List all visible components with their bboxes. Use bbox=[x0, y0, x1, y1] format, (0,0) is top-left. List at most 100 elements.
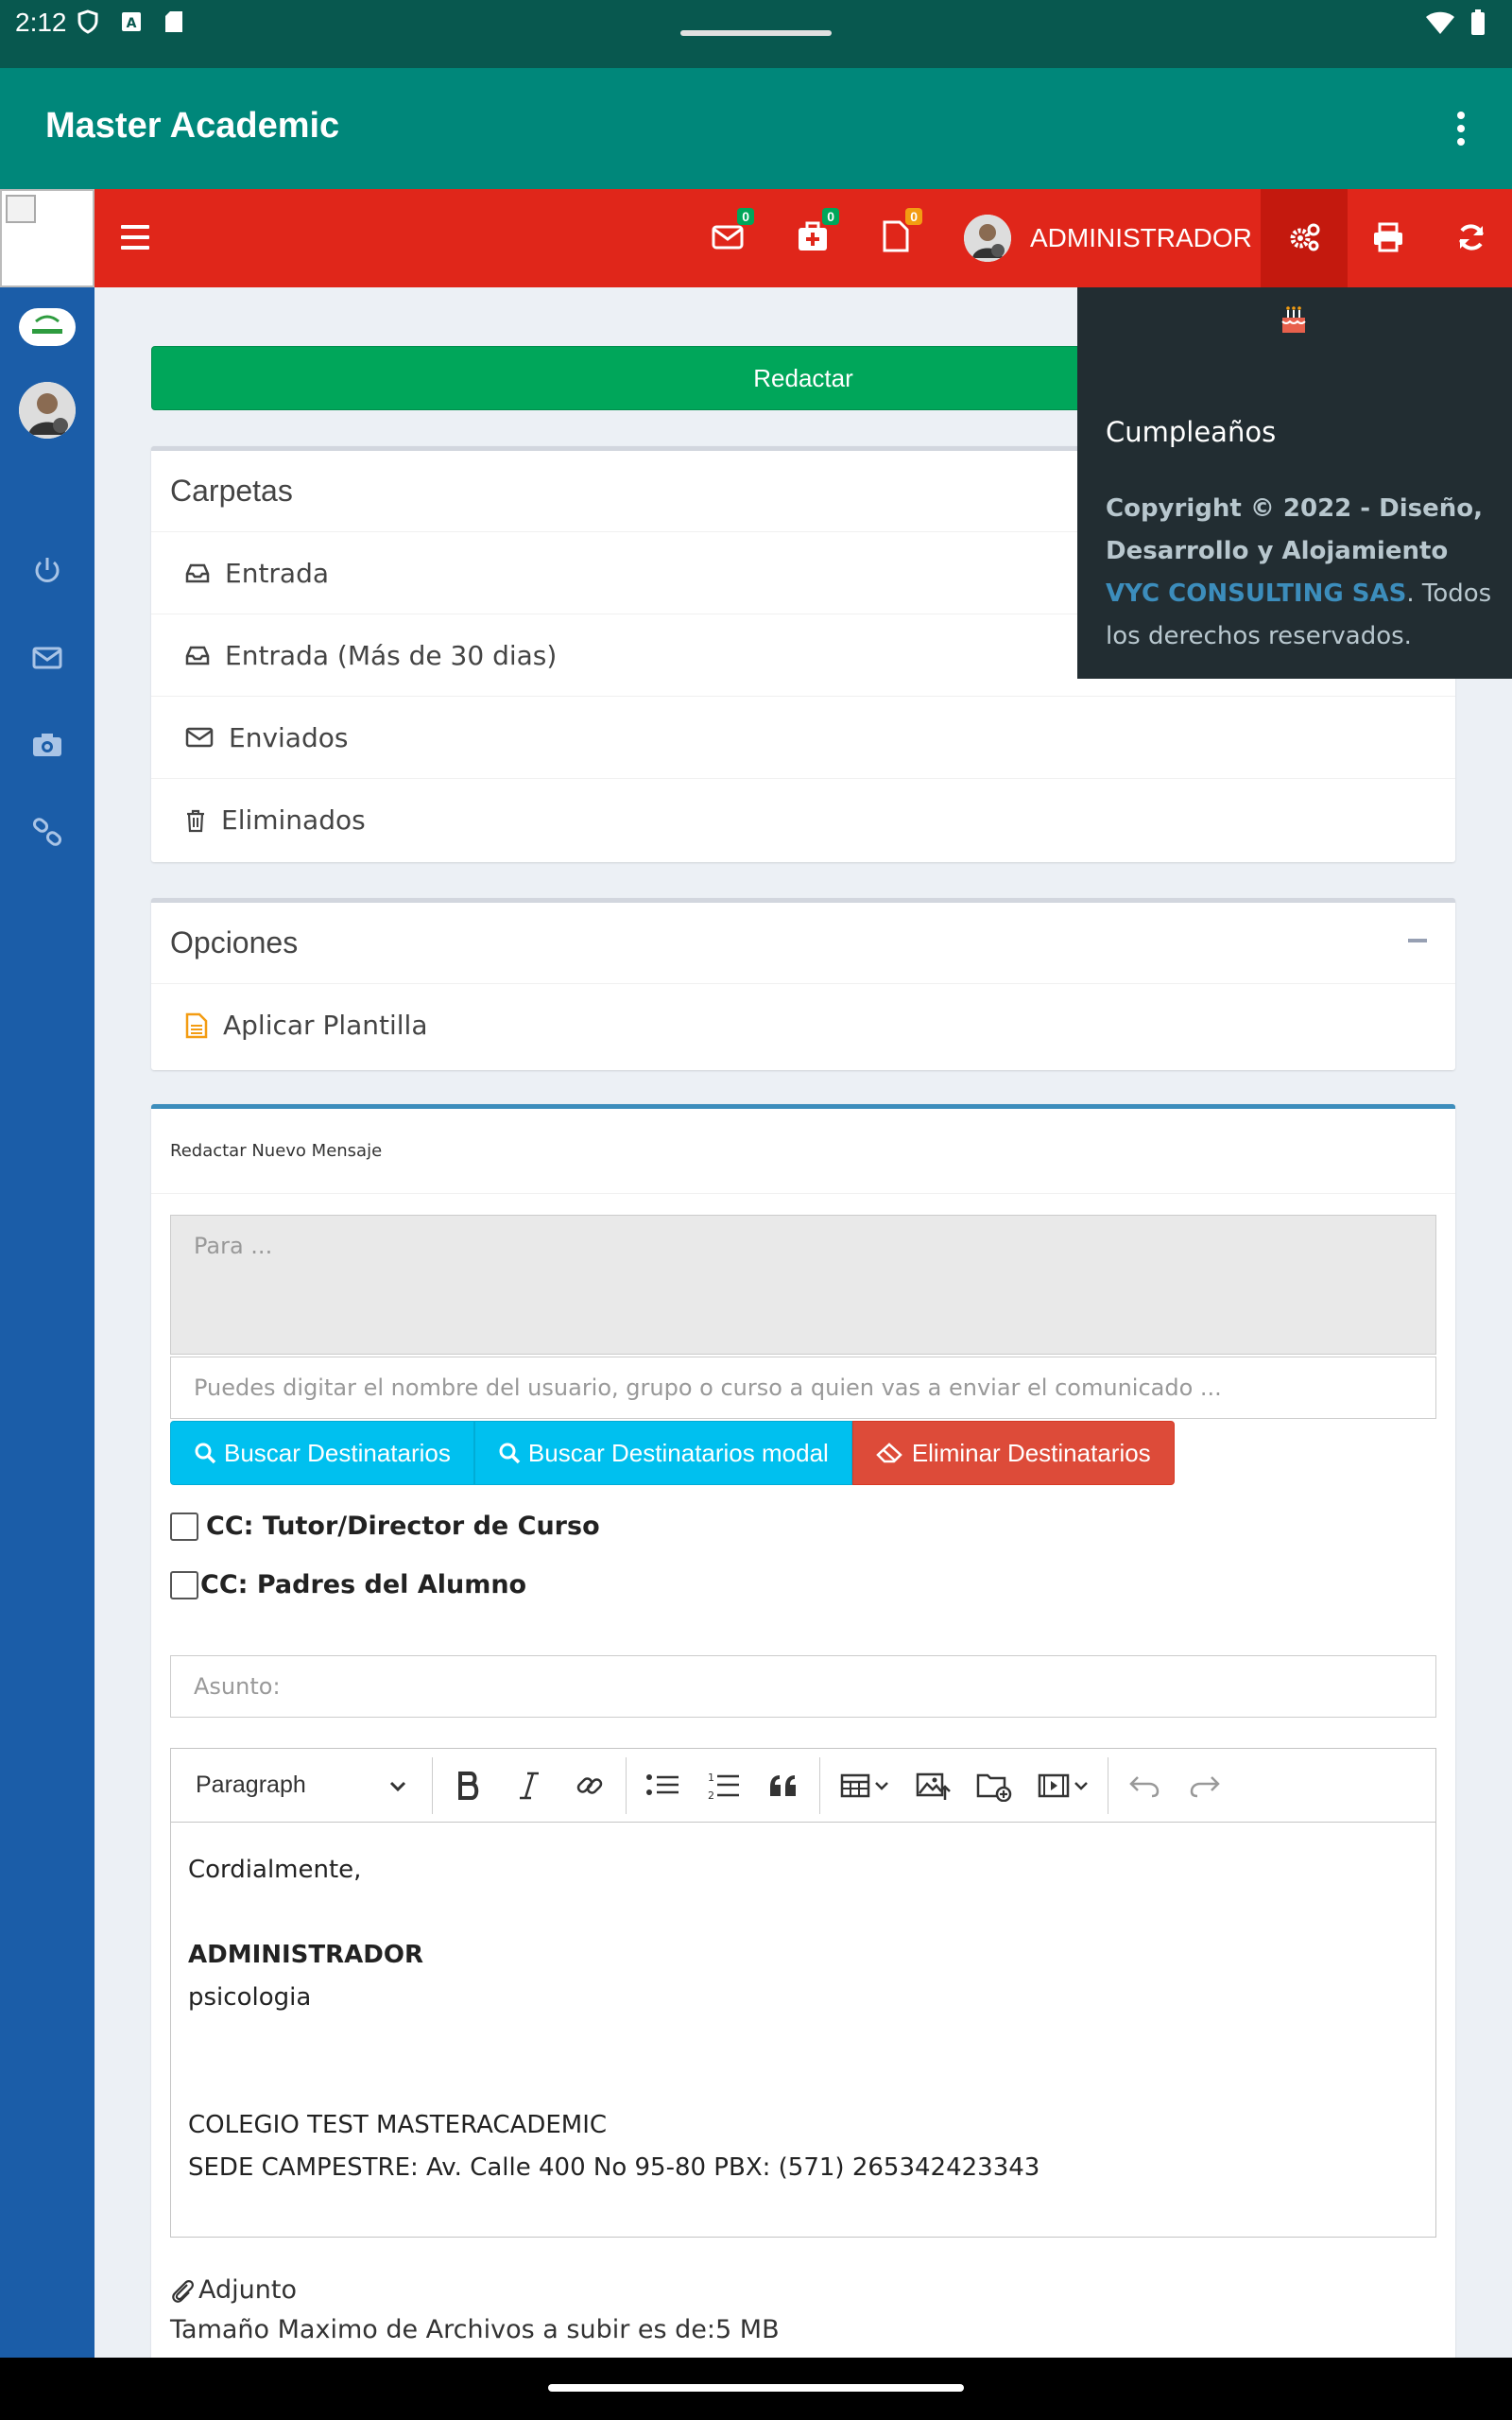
apply-template-label: Aplicar Plantilla bbox=[223, 1010, 428, 1041]
system-status-bar: 2:12 A bbox=[0, 0, 1512, 68]
compose-title: Redactar Nuevo Mensaje bbox=[151, 1109, 1455, 1194]
sidebar-toggle-button[interactable] bbox=[121, 225, 149, 250]
birthday-cake-button[interactable] bbox=[1280, 304, 1308, 338]
numbered-list-button[interactable]: 12 bbox=[693, 1757, 753, 1814]
sidebar-messages[interactable] bbox=[30, 641, 64, 675]
numbered-list-icon: 12 bbox=[708, 1772, 739, 1801]
overflow-menu-button[interactable] bbox=[1455, 112, 1467, 146]
wifi-icon bbox=[1426, 11, 1454, 34]
company-link[interactable]: VYC CONSULTING SAS bbox=[1106, 579, 1406, 608]
image-upload-icon bbox=[916, 1772, 951, 1800]
logo-image-broken bbox=[0, 189, 94, 287]
status-time: 2:12 bbox=[15, 8, 67, 37]
refresh-icon bbox=[1459, 224, 1484, 251]
editor-signature-role: psicologia bbox=[188, 1983, 312, 2012]
birthday-cake-icon bbox=[1281, 306, 1306, 333]
school-logo bbox=[19, 308, 76, 346]
recipients-textarea[interactable]: Para ... bbox=[170, 1215, 1436, 1355]
print-icon bbox=[1374, 222, 1402, 252]
envelope-icon bbox=[32, 647, 62, 669]
redo-button[interactable] bbox=[1175, 1757, 1235, 1814]
user-menu-button[interactable]: ADMINISTRADOR bbox=[964, 210, 1252, 267]
print-button[interactable] bbox=[1348, 189, 1431, 287]
top-navbar: 0 0 0 ADMINISTRADOR bbox=[0, 189, 1512, 287]
italic-button[interactable] bbox=[499, 1757, 559, 1814]
eraser-icon bbox=[876, 1443, 902, 1463]
undo-icon bbox=[1129, 1775, 1160, 1797]
delete-recipients-label: Eliminar Destinatarios bbox=[911, 1438, 1151, 1467]
cc-tutor-checkbox[interactable]: CC: Tutor/Director de Curso bbox=[170, 1512, 600, 1541]
bulleted-list-button[interactable] bbox=[632, 1757, 693, 1814]
paragraph-format-select[interactable]: Paragraph bbox=[179, 1757, 426, 1814]
inbox-icon bbox=[185, 646, 210, 666]
undo-button[interactable] bbox=[1114, 1757, 1175, 1814]
blockquote-button[interactable] bbox=[753, 1757, 814, 1814]
subject-input[interactable]: Asunto: bbox=[170, 1655, 1436, 1718]
documents-badge: 0 bbox=[905, 208, 922, 225]
search-icon bbox=[499, 1443, 521, 1464]
folder-label: Enviados bbox=[229, 721, 349, 753]
sidebar-logout[interactable] bbox=[30, 554, 64, 588]
battery-icon bbox=[1471, 9, 1485, 35]
home-indicator[interactable] bbox=[548, 2384, 964, 2392]
editor-school-address: SEDE CAMPESTRE: Av. Calle 400 No 95-80 P… bbox=[188, 2153, 1040, 2182]
options-collapse-button[interactable] bbox=[1408, 939, 1427, 942]
folder-label: Entrada (Más de 30 dias) bbox=[225, 639, 558, 671]
refresh-button[interactable] bbox=[1431, 189, 1512, 287]
quote-icon bbox=[770, 1774, 796, 1796]
insert-table-button[interactable] bbox=[826, 1757, 903, 1814]
search-recipients-label: Buscar Destinatarios bbox=[224, 1438, 451, 1467]
checkbox[interactable] bbox=[170, 1512, 198, 1541]
system-navigation-bar bbox=[0, 2358, 1512, 2420]
link-button[interactable] bbox=[559, 1757, 620, 1814]
cc-tutor-label: CC: Tutor/Director de Curso bbox=[206, 1512, 600, 1541]
editor-signature-name: ADMINISTRADOR bbox=[188, 1941, 423, 1969]
attachment-size-note: Tamaño Maximo de Archivos a subir es de:… bbox=[170, 2315, 780, 2344]
sidebar-camera[interactable] bbox=[30, 728, 64, 762]
options-box: Opciones Aplicar Plantilla bbox=[151, 898, 1455, 1070]
settings-button[interactable] bbox=[1261, 189, 1348, 287]
folder-add-icon bbox=[976, 1773, 1012, 1802]
checkbox[interactable] bbox=[170, 1570, 198, 1599]
documents-notification-button[interactable]: 0 bbox=[879, 208, 922, 257]
envelope-icon bbox=[185, 727, 214, 748]
file-manager-button[interactable] bbox=[964, 1757, 1024, 1814]
cc-parents-label: CC: Padres del Alumno bbox=[200, 1570, 527, 1599]
bold-button[interactable] bbox=[438, 1757, 499, 1814]
messages-notification-button[interactable]: 0 bbox=[711, 208, 754, 257]
inbox-icon bbox=[185, 563, 210, 583]
search-recipients-modal-button[interactable]: Buscar Destinatarios modal bbox=[473, 1421, 852, 1485]
compose-box: Redactar Nuevo Mensaje Para ... Puedes d… bbox=[151, 1104, 1455, 2361]
insert-media-button[interactable] bbox=[1024, 1757, 1102, 1814]
trash-icon bbox=[187, 809, 204, 832]
apply-template-item[interactable]: Aplicar Plantilla bbox=[151, 984, 1455, 1066]
folder-trash[interactable]: Eliminados bbox=[151, 779, 1455, 861]
medical-badge: 0 bbox=[822, 208, 839, 225]
attachment-label[interactable]: Adjunto bbox=[170, 2275, 297, 2305]
file-text-icon bbox=[185, 1012, 208, 1038]
sidebar-links[interactable] bbox=[30, 815, 64, 849]
upload-image-button[interactable] bbox=[903, 1757, 964, 1814]
power-icon bbox=[35, 558, 60, 582]
folder-label: Eliminados bbox=[221, 804, 366, 836]
search-recipients-button[interactable]: Buscar Destinatarios bbox=[170, 1421, 474, 1485]
status-system-icons bbox=[1425, 9, 1486, 36]
gears-icon bbox=[1290, 223, 1320, 251]
medical-notification-button[interactable]: 0 bbox=[796, 208, 839, 257]
rich-text-editor: Paragraph 12 Cordialmente, ADMINISTRADOR… bbox=[170, 1748, 1436, 2238]
folder-sent[interactable]: Enviados bbox=[151, 697, 1455, 779]
recipient-search-input[interactable]: Puedes digitar el nombre del usuario, gr… bbox=[170, 1357, 1436, 1419]
italic-icon bbox=[520, 1772, 539, 1799]
media-icon bbox=[1038, 1773, 1070, 1797]
editor-line: Cordialmente, bbox=[188, 1856, 362, 1884]
chevron-down-icon bbox=[1074, 1781, 1088, 1790]
shield-icon bbox=[77, 9, 98, 34]
delete-recipients-button[interactable]: Eliminar Destinatarios bbox=[851, 1421, 1175, 1485]
user-name: ADMINISTRADOR bbox=[1030, 223, 1252, 252]
keyboard-a-icon: A bbox=[122, 12, 141, 31]
cc-parents-checkbox[interactable]: CC: Padres del Alumno bbox=[170, 1570, 526, 1599]
sidebar-user-avatar[interactable] bbox=[19, 382, 76, 439]
chevron-down-icon bbox=[875, 1781, 888, 1790]
chevron-down-icon bbox=[389, 1781, 406, 1791]
editor-content[interactable]: Cordialmente, ADMINISTRADOR psicologia C… bbox=[171, 1823, 1435, 2216]
